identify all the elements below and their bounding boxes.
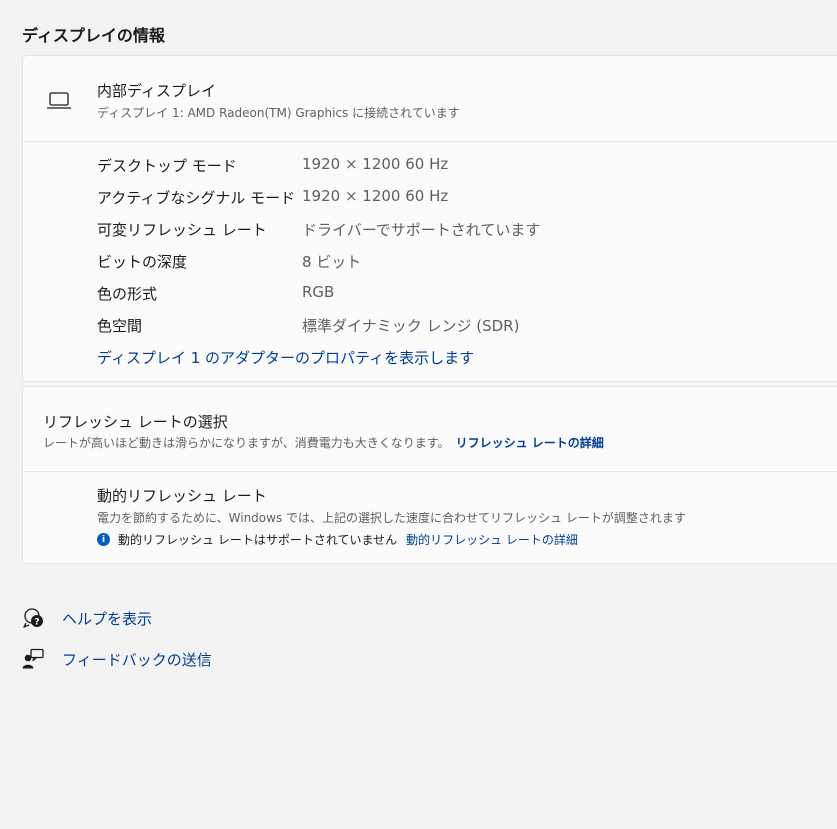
dynamic-refresh-description: 電力を節約するために、Windows では、上記の選択した速度に合わせてリフレッ… [97, 511, 686, 525]
display-subtitle: ディスプレイ 1: AMD Radeon(TM) Graphics に接続されて… [97, 106, 460, 120]
property-label: ビットの深度 [97, 253, 188, 271]
property-label: アクティブなシグナル モード [97, 189, 296, 207]
divider [23, 471, 837, 472]
refresh-rate-description: レートが高いほど動きは滑らかになりますが、消費電力も大きくなります。 リフレッシュ… [43, 434, 604, 451]
display-name: 内部ディスプレイ [97, 82, 216, 100]
refresh-rate-details-link[interactable]: リフレッシュ レートの詳細 [456, 436, 604, 450]
property-label: 色の形式 [97, 285, 158, 303]
laptop-icon [47, 92, 71, 109]
svg-text:?: ? [34, 618, 39, 628]
help-link-row[interactable]: ? ヘルプを表示 [22, 607, 152, 629]
display-info-card: 内部ディスプレイ ディスプレイ 1: AMD Radeon(TM) Graphi… [22, 55, 837, 382]
property-value: 1920 × 1200 60 Hz [302, 187, 449, 205]
dynamic-refresh-info-text: 動的リフレッシュ レートはサポートされていません [118, 533, 398, 547]
feedback-icon [22, 648, 44, 669]
divider [23, 141, 837, 142]
dynamic-refresh-title: 動的リフレッシュ レート [97, 487, 267, 505]
dynamic-refresh-info: i 動的リフレッシュ レートはサポートされていません 動的リフレッシュ レートの… [97, 531, 578, 548]
property-value: 標準ダイナミック レンジ (SDR) [302, 317, 520, 335]
help-icon: ? [23, 608, 43, 628]
adapter-properties-link[interactable]: ディスプレイ 1 のアダプターのプロパティを表示します [97, 347, 474, 368]
help-link[interactable]: ヘルプを表示 [62, 608, 152, 629]
property-value: 1920 × 1200 60 Hz [302, 155, 449, 173]
refresh-rate-title: リフレッシュ レートの選択 [43, 413, 228, 431]
page-title: ディスプレイの情報 [22, 26, 165, 45]
refresh-rate-card: リフレッシュ レートの選択 レートが高いほど動きは滑らかになりますが、消費電力も… [22, 386, 837, 564]
property-label: 色空間 [97, 317, 143, 335]
refresh-rate-description-text: レートが高いほど動きは滑らかになりますが、消費電力も大きくなります。 [43, 436, 450, 450]
property-label: デスクトップ モード [97, 157, 237, 175]
property-value: ドライバーでサポートされています [302, 221, 541, 239]
property-label: 可変リフレッシュ レート [97, 221, 267, 239]
feedback-link-row[interactable]: フィードバックの送信 [22, 648, 212, 670]
property-value: 8 ビット [302, 253, 362, 271]
info-icon: i [97, 533, 110, 546]
dynamic-refresh-details-link[interactable]: 動的リフレッシュ レートの詳細 [406, 531, 578, 548]
property-value: RGB [302, 283, 335, 301]
feedback-link[interactable]: フィードバックの送信 [62, 649, 212, 670]
